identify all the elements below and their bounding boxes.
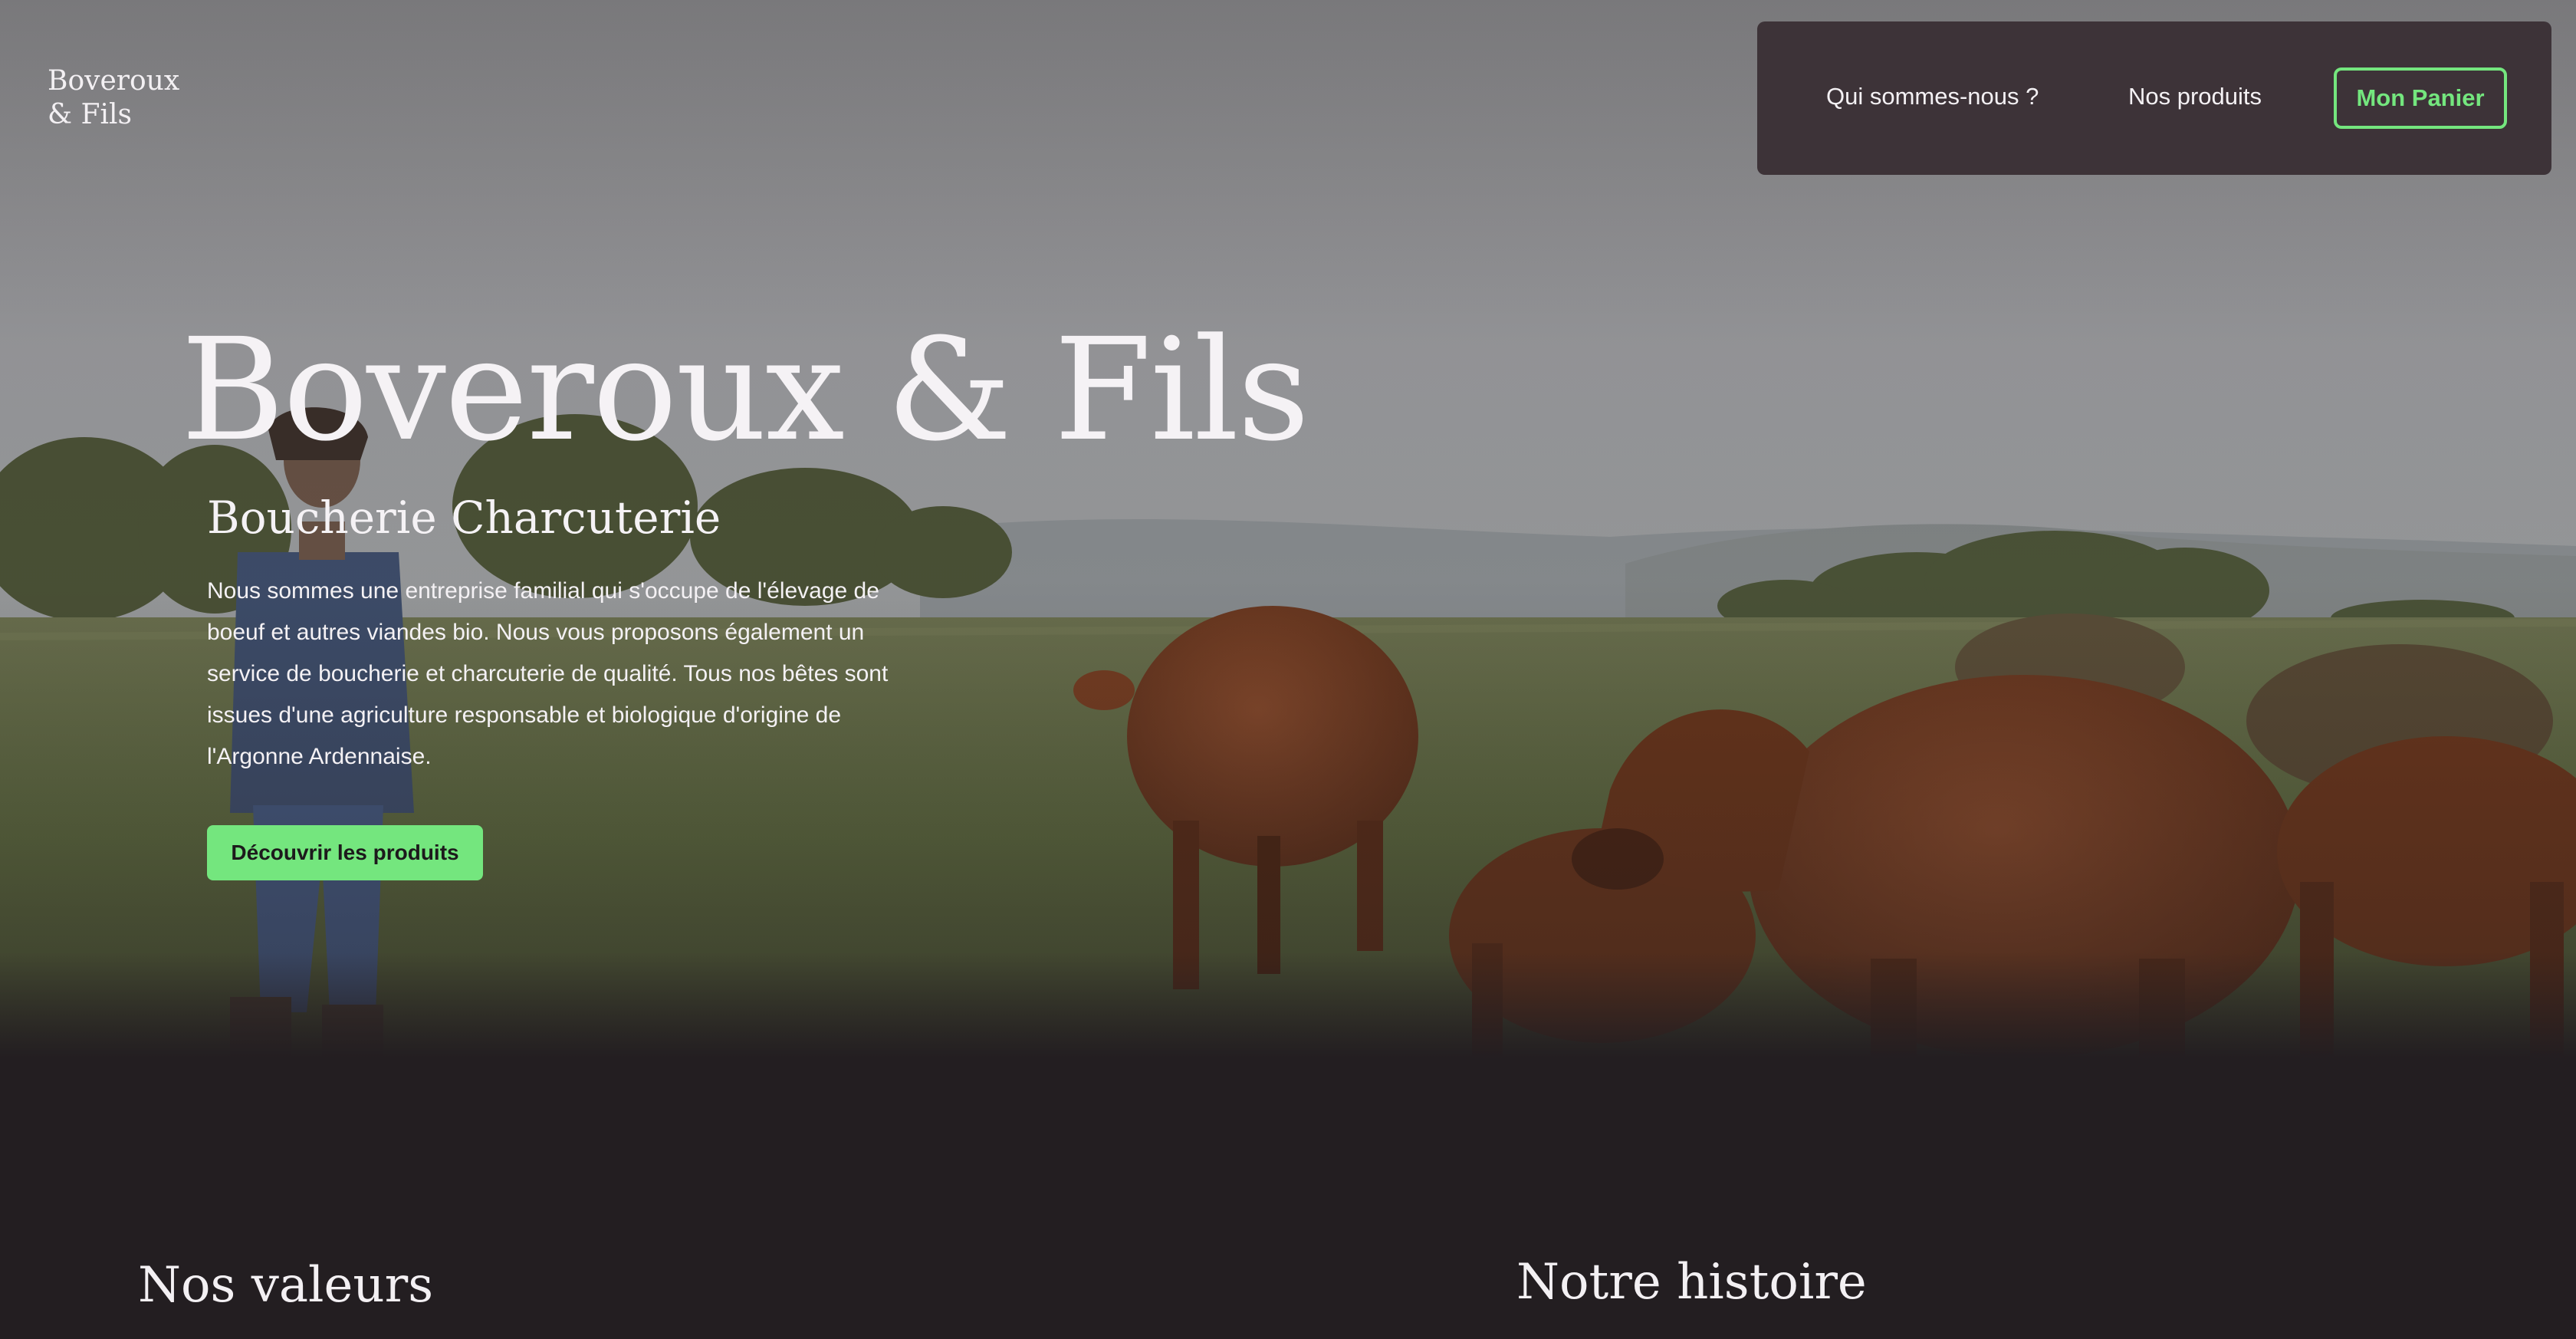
hero-title: Boveroux & Fils	[181, 308, 1309, 472]
hero-subtitle: Boucherie Charcuterie	[207, 492, 721, 544]
values-section-title: Nos valeurs	[138, 1257, 434, 1314]
discover-products-button[interactable]: Découvrir les produits	[207, 825, 483, 880]
history-section-title: Notre histoire	[1516, 1254, 1867, 1311]
hero-section: Boveroux & Fils Qui sommes-nous ? Nos pr…	[0, 0, 2576, 1058]
brand-logo-line2: & Fils	[48, 99, 132, 130]
page: Boveroux & Fils Qui sommes-nous ? Nos pr…	[0, 0, 2576, 1339]
brand-logo[interactable]: Boveroux & Fils	[48, 64, 179, 132]
cart-button[interactable]: Mon Panier	[2334, 67, 2507, 129]
hero-description: Nous sommes une entreprise familial qui …	[207, 578, 889, 769]
brand-logo-line1: Boveroux	[48, 65, 180, 97]
nav-link-about[interactable]: Qui sommes-nous ?	[1826, 83, 2039, 110]
nav-link-products[interactable]: Nos produits	[2128, 83, 2262, 110]
